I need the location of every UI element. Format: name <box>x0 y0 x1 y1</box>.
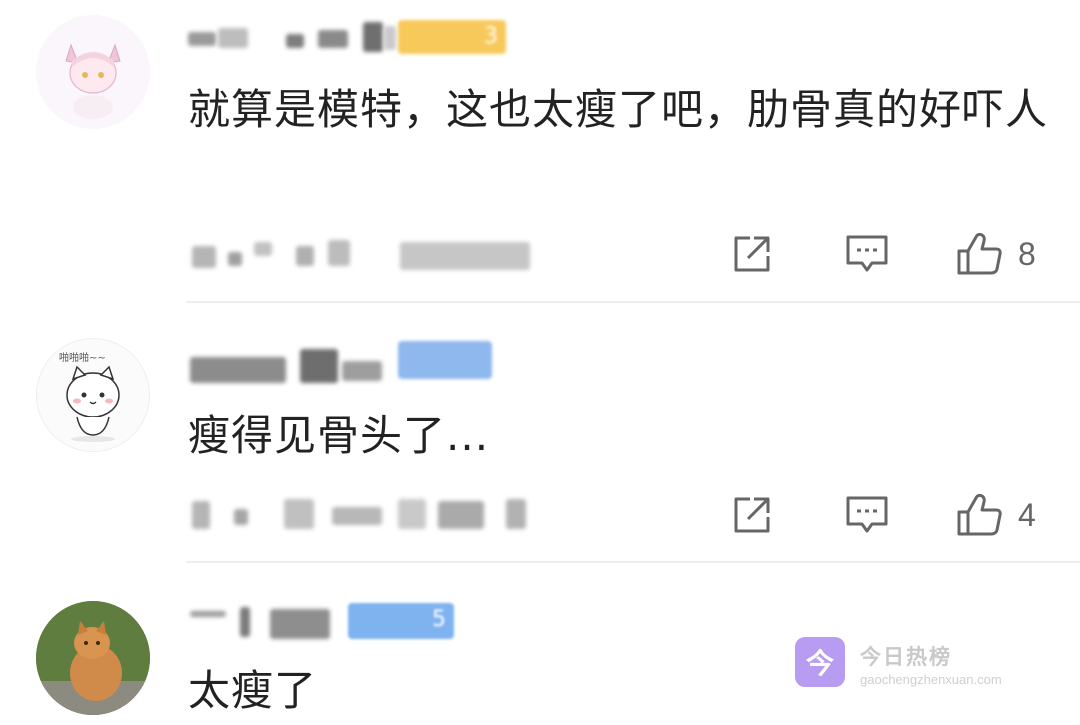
blurred-meta <box>188 495 548 535</box>
blurred-meta <box>188 236 548 276</box>
white-cartoon-cat-avatar: 啪啪啪~~ <box>59 351 120 442</box>
thumbs-up-icon <box>957 493 1002 536</box>
avatar[interactable]: 啪啪啪~~ <box>36 338 150 452</box>
avatar[interactable] <box>36 15 150 129</box>
svg-text:啪啪啪~~: 啪啪啪~~ <box>59 351 106 364</box>
blurred-username <box>190 611 226 617</box>
level-badge: 5 <box>348 603 454 639</box>
orange-cat-photo-avatar <box>36 601 150 715</box>
comment-actions: 4 <box>730 489 1060 541</box>
share-button[interactable] <box>730 228 774 280</box>
like-count: 8 <box>1018 235 1036 272</box>
thumbs-up-icon <box>957 232 1002 275</box>
level-badge: 3 <box>398 20 506 54</box>
watermark-logo: 今 <box>795 637 845 687</box>
watermark: 今 今日热榜 gaochengzhenxuan.com <box>795 637 1065 697</box>
watermark-title: 今日热榜 <box>860 645 952 669</box>
comment-text: 就算是模特，这也太瘦了吧，肋骨真的好吓人 <box>188 85 1049 134</box>
level-badge <box>398 341 492 379</box>
blurred-username <box>188 32 216 46</box>
watermark-url: gaochengzhenxuan.com <box>860 672 1002 687</box>
blurred-username <box>190 357 286 383</box>
reply-icon <box>846 235 888 272</box>
comment-item: 3 就算是模特，这也太瘦了吧，肋骨真的好吓人 8 <box>0 0 1080 303</box>
share-icon <box>734 236 770 272</box>
reply-icon <box>846 496 888 533</box>
like-button[interactable]: 4 <box>956 489 1036 541</box>
comment-item: 啪啪啪~~ 瘦得见骨头了... 4 <box>0 303 1080 563</box>
reply-button[interactable] <box>844 228 890 280</box>
reply-button[interactable] <box>844 489 890 541</box>
share-button[interactable] <box>730 489 774 541</box>
like-count: 4 <box>1018 496 1036 533</box>
share-icon <box>734 497 770 533</box>
anime-cat-girl-avatar <box>36 15 150 129</box>
avatar[interactable] <box>36 601 150 715</box>
comment-text: 瘦得见骨头了... <box>188 411 490 460</box>
like-button[interactable]: 8 <box>956 228 1036 280</box>
comment-actions: 8 <box>730 228 1060 280</box>
